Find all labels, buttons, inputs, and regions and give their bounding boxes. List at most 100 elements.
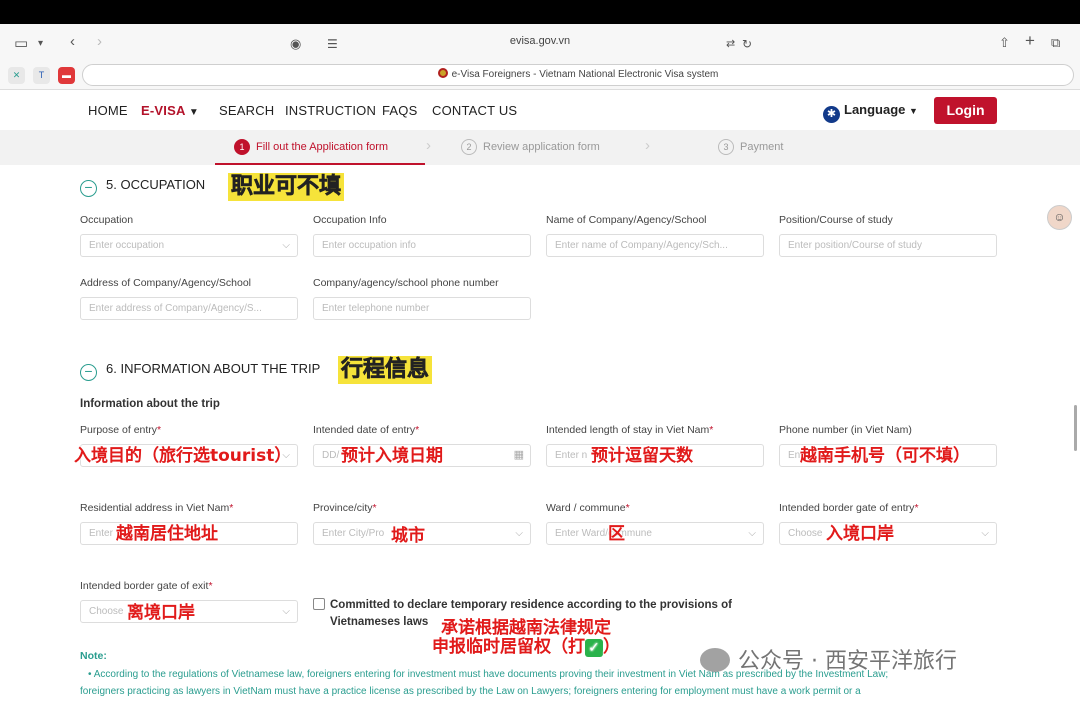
annotation-commitment-line2: 申报临时居留权（打 ✓）: [432, 637, 620, 657]
section-5-header[interactable]: −5. OCCUPATION: [80, 177, 205, 197]
top-bar: [0, 0, 1080, 24]
tab-title: e-Visa Foreigners - Vietnam National Ele…: [451, 69, 719, 80]
border-exit-label-text: Intended border gate of exit: [80, 580, 209, 592]
phone-vn-label: Phone number (in Viet Nam): [779, 424, 912, 436]
trip-subtitle: Information about the trip: [80, 398, 220, 410]
step-label: Fill out the Application form: [256, 141, 389, 153]
placeholder: DD/: [322, 450, 340, 461]
nav-evisa[interactable]: E-VISA ▼: [141, 103, 199, 118]
required-mark: *: [914, 502, 919, 514]
residential-address-label: Residential address in Viet Nam*: [80, 502, 233, 514]
chevron-down-icon: ⌵: [282, 606, 290, 617]
required-mark: *: [229, 502, 234, 514]
step-2[interactable]: 2 Review application form: [461, 139, 600, 155]
entry-date-label: Intended date of entry*: [313, 424, 419, 436]
chevron-down-icon: ⌵: [515, 528, 523, 539]
border-entry-label: Intended border gate of entry*: [779, 502, 919, 514]
uk-flag-icon: ✱: [823, 106, 840, 123]
language-label: Language: [844, 102, 906, 117]
active-tab[interactable]: e-Visa Foreigners - Vietnam National Ele…: [82, 64, 1074, 86]
placeholder: Choose: [788, 528, 823, 539]
login-button[interactable]: Login: [934, 97, 997, 124]
ward-label: Ward / commune*: [546, 502, 630, 514]
annotation-occupation-optional: 职业可不填: [228, 173, 345, 201]
annotation-ward: 区: [608, 524, 625, 544]
required-mark: *: [157, 424, 162, 436]
occupation-info-input[interactable]: Enter occupation info: [313, 234, 531, 257]
position-input[interactable]: Enter position/Course of study: [779, 234, 997, 257]
favicon-3-icon[interactable]: ▬: [58, 67, 75, 84]
site-emblem-icon: [437, 68, 448, 78]
chevron-right-icon: ›: [426, 137, 431, 154]
caret-down-icon: ▼: [909, 106, 918, 116]
section-6-header[interactable]: −6. INFORMATION ABOUT THE TRIP: [80, 361, 320, 381]
share-icon[interactable]: ⇧: [999, 34, 1010, 52]
nav-contact[interactable]: CONTACT US: [432, 103, 517, 118]
required-mark: *: [625, 502, 630, 514]
annotation-border-exit: 离境口岸: [127, 603, 195, 623]
annotation-commitment-line1: 承诺根据越南法律规定: [441, 618, 611, 638]
favicon-1-icon[interactable]: ✕: [8, 67, 25, 84]
border-entry-label-text: Intended border gate of entry: [779, 502, 915, 514]
company-phone-label: Company/agency/school phone number: [313, 277, 499, 289]
translate-icon[interactable]: ⇄: [726, 35, 735, 53]
wechat-logo-icon: [700, 648, 730, 672]
annotation-phone-vn: 越南手机号（可不填）: [800, 446, 970, 466]
tabs-overview-icon[interactable]: ⧉: [1051, 34, 1060, 52]
placeholder: Enter Ward/commune: [555, 528, 652, 539]
placeholder: Enter City/Pro: [322, 528, 385, 539]
step-number: 2: [461, 139, 477, 155]
new-tab-icon[interactable]: +: [1025, 32, 1035, 50]
section-5-title: 5. OCCUPATION: [106, 177, 206, 192]
position-label: Position/Course of study: [779, 214, 893, 226]
collapse-icon[interactable]: −: [80, 180, 97, 197]
length-of-stay-label-text: Intended length of stay in Viet Nam: [546, 424, 710, 436]
watermark: 公众号 · 西安平洋旅行: [700, 643, 957, 675]
length-of-stay-label: Intended length of stay in Viet Nam*: [546, 424, 713, 436]
chevron-down-icon: ⌵: [748, 528, 756, 539]
assistant-avatar[interactable]: ☺: [1047, 205, 1072, 230]
scrollbar[interactable]: [1074, 405, 1077, 451]
occupation-label: Occupation: [80, 214, 134, 226]
required-mark: *: [372, 502, 377, 514]
chevron-down-icon: ⌵: [981, 528, 989, 539]
annotation-province: 城市: [391, 526, 425, 546]
step-1[interactable]: 1 Fill out the Application form: [234, 139, 388, 155]
calendar-icon[interactable]: ▦: [514, 445, 524, 466]
nav-instruction[interactable]: INSTRUCTION: [285, 103, 376, 118]
annotation-commitment-text: 申报临时居留权（打: [432, 637, 585, 657]
company-address-input[interactable]: Enter address of Company/Agency/S...: [80, 297, 298, 320]
province-label: Province/city*: [313, 502, 377, 514]
required-mark: *: [415, 424, 420, 436]
company-name-label: Name of Company/Agency/School: [546, 214, 707, 226]
annotation-purpose: 入境目的（旅行选tourist）: [74, 446, 292, 466]
nav-home[interactable]: HOME: [88, 103, 128, 118]
entry-date-label-text: Intended date of entry: [313, 424, 416, 436]
annotation-entry-date: 预计入境日期: [341, 446, 443, 466]
purpose-label-text: Purpose of entry: [80, 424, 158, 436]
collapse-icon[interactable]: −: [80, 364, 97, 381]
step-number: 3: [718, 139, 734, 155]
step-3[interactable]: 3 Payment: [718, 139, 783, 155]
favicon-2-icon[interactable]: T: [33, 67, 50, 84]
company-name-input[interactable]: Enter name of Company/Agency/Sch...: [546, 234, 764, 257]
company-phone-input[interactable]: Enter telephone number: [313, 297, 531, 320]
occupation-select[interactable]: Enter occupation ⌵: [80, 234, 298, 257]
ward-label-text: Ward / commune: [546, 502, 626, 514]
note-heading: Note:: [80, 650, 107, 662]
annotation-trip-info: 行程信息: [338, 356, 433, 384]
language-selector[interactable]: ✱ Language ▼: [823, 102, 918, 123]
nav-faqs[interactable]: FAQS: [382, 103, 417, 118]
residence-commitment-checkbox[interactable]: [313, 598, 325, 610]
annotation-commitment-close: ）: [603, 637, 620, 657]
annotation-border-entry: 入境口岸: [826, 524, 894, 544]
url-text[interactable]: evisa.gov.vn: [0, 35, 1080, 47]
reload-icon[interactable]: ↻: [742, 35, 752, 53]
check-mark-icon: ✓: [585, 639, 603, 657]
chevron-down-icon: ⌵: [282, 240, 290, 251]
ward-select[interactable]: Enter Ward/commune ⌵: [546, 522, 764, 545]
required-mark: *: [208, 580, 213, 592]
active-step-underline: [215, 163, 425, 165]
nav-search[interactable]: SEARCH: [219, 103, 274, 118]
site-nav: HOME E-VISA ▼ SEARCH INSTRUCTION FAQS CO…: [0, 90, 1080, 130]
